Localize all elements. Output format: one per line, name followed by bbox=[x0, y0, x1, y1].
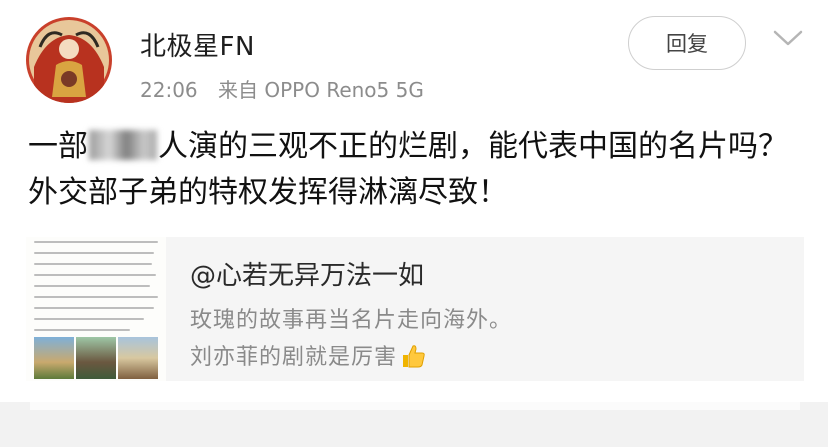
thumbnail-line bbox=[34, 263, 152, 265]
thumbs-up-emoji-icon bbox=[403, 345, 425, 368]
thumbnail-line bbox=[34, 296, 158, 298]
post-text: 一部 人演的三观不正的烂剧，能代表中国的名片吗？外交部子弟的特权发挥得淋漓尽致！ bbox=[28, 124, 808, 216]
thumbnail-line bbox=[34, 252, 154, 254]
redacted-blur bbox=[89, 130, 157, 160]
thumbnail-line bbox=[34, 241, 158, 243]
thumbnail-picture bbox=[76, 337, 116, 379]
thumbnail-text-lines bbox=[34, 241, 160, 340]
thumbnail-line bbox=[34, 285, 150, 287]
post-source: 来自 OPPO Reno5 5G bbox=[218, 78, 424, 102]
repost-text-line2-label: 刘亦菲的剧就是厉害 bbox=[190, 345, 398, 370]
post-meta: 22:06 来自 OPPO Reno5 5G bbox=[140, 74, 438, 103]
thumbnail-line bbox=[34, 307, 154, 309]
chevron-down-icon[interactable] bbox=[771, 28, 805, 48]
avatar[interactable] bbox=[26, 17, 112, 103]
thumbnail-line bbox=[34, 318, 144, 320]
thumbnail-line bbox=[34, 329, 130, 331]
post-time: 22:06 bbox=[140, 78, 198, 102]
reply-button[interactable]: 回复 bbox=[628, 16, 746, 70]
repost-author[interactable]: @心若无异万法一如 bbox=[190, 255, 424, 292]
avatar-illustration-icon bbox=[26, 17, 112, 103]
thumbnail-picture bbox=[118, 337, 158, 379]
thumbnail-picture bbox=[34, 337, 74, 379]
repost-card[interactable]: @心若无异万法一如 玫瑰的故事再当名片走向海外。 刘亦菲的剧就是厉害 bbox=[26, 237, 804, 381]
repost-text-line1: 玫瑰的故事再当名片走向海外。 bbox=[190, 308, 513, 333]
repost-text-line2: 刘亦菲的剧就是厉害 bbox=[190, 339, 427, 371]
bottom-divider bbox=[0, 402, 828, 447]
repost-thumbnail[interactable] bbox=[26, 237, 166, 381]
username[interactable]: 北极星FN bbox=[140, 26, 255, 63]
thumbnail-line bbox=[34, 274, 156, 276]
thumbnail-pictures bbox=[34, 337, 158, 379]
post-text-part1: 一部 bbox=[28, 129, 88, 164]
divider-highlight bbox=[30, 402, 800, 410]
